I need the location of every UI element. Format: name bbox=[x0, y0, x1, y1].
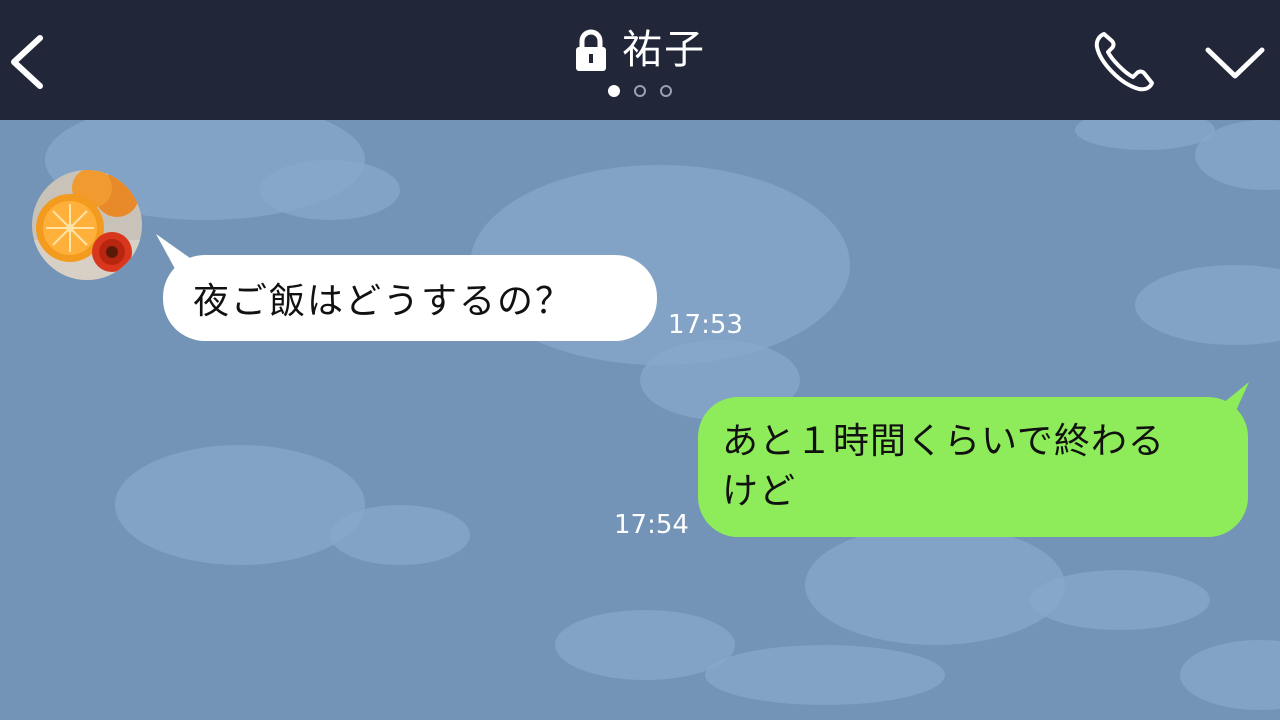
page-dot-active bbox=[608, 85, 620, 97]
message-text: 夜ご飯はどうするの？ bbox=[193, 281, 574, 322]
orange-avatar-image bbox=[32, 170, 142, 280]
message-timestamp: 17:53 bbox=[668, 310, 743, 340]
page-dot bbox=[660, 85, 672, 97]
contact-avatar[interactable] bbox=[32, 170, 142, 280]
lock-icon bbox=[576, 29, 606, 71]
chat-title: 祐子 bbox=[622, 27, 706, 73]
title-area: 祐子 bbox=[0, 20, 1280, 80]
message-text-line: けど bbox=[722, 471, 797, 512]
menu-button[interactable] bbox=[1200, 36, 1270, 86]
chevron-down-icon bbox=[1205, 47, 1265, 79]
phone-icon bbox=[1094, 32, 1154, 92]
message-timestamp: 17:54 bbox=[614, 510, 689, 540]
message-text-line: あと１時間くらいで終わる bbox=[722, 421, 1165, 462]
page-indicator bbox=[0, 85, 1280, 97]
page-dot bbox=[634, 85, 646, 97]
call-button[interactable] bbox=[1090, 26, 1160, 96]
outgoing-message-bubble[interactable]: あと１時間くらいで終わる けど bbox=[698, 397, 1248, 537]
incoming-message-bubble[interactable]: 夜ご飯はどうするの？ bbox=[163, 255, 657, 341]
chat-header: 祐子 bbox=[0, 0, 1280, 120]
